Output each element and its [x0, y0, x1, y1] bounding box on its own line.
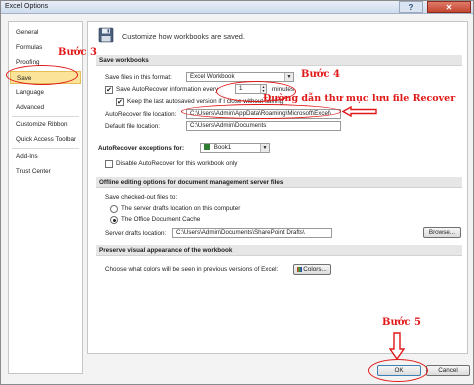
- recover-path-annotation: Đường dẫn thư mục lưu file Recover: [263, 93, 456, 104]
- checkout-label: Save checked-out files to:: [105, 194, 178, 201]
- default-location-input[interactable]: C:\Users\Admin\Documents: [186, 121, 341, 131]
- workbook-dropdown[interactable]: Book1 ▼: [200, 143, 270, 153]
- autorecover-label: Save AutoRecover information every: [116, 86, 219, 93]
- disable-autorecover-label: Disable AutoRecover for this workbook on…: [116, 160, 238, 167]
- workbook-value: Book1: [213, 144, 232, 151]
- drafts-location-label: Server drafts location:: [105, 230, 167, 237]
- save-format-value: Excel Workbook: [190, 73, 235, 80]
- sidebar-item-add-ins[interactable]: Add-Ins: [10, 150, 81, 163]
- close-button[interactable]: ✕: [427, 1, 471, 13]
- sidebar-divider: [12, 116, 79, 117]
- colors-label: Choose what colors will be seen in previ…: [105, 266, 279, 273]
- step4-annotation: Bước 4: [301, 69, 340, 80]
- step3-highlight-ellipse: [6, 65, 78, 85]
- left-arrow-icon: [342, 106, 377, 117]
- down-arrow-icon: [389, 332, 405, 360]
- sidebar-item-customize-ribbon[interactable]: Customize Ribbon: [10, 118, 81, 131]
- step3-annotation: Bước 3: [58, 47, 97, 58]
- sidebar-item-trust-center[interactable]: Trust Center: [10, 165, 81, 178]
- browse-button[interactable]: Browse...: [423, 227, 461, 238]
- save-options-panel: Customize how workbooks are saved. Save …: [87, 21, 468, 354]
- step5-annotation: Bước 5: [382, 317, 421, 328]
- sidebar-divider: [12, 148, 79, 149]
- document-cache-label: The Office Document Cache: [121, 216, 201, 223]
- sidebar-item-language[interactable]: Language: [10, 86, 81, 99]
- drafts-location-input[interactable]: C:\Users\Admin\Documents\SharePoint Draf…: [172, 228, 332, 238]
- colors-button[interactable]: Colors...: [293, 264, 331, 275]
- section-offline-editing: Offline editing options for document man…: [96, 177, 462, 188]
- help-button[interactable]: ?: [399, 1, 423, 13]
- autorecover-checkbox[interactable]: ✔: [105, 86, 113, 94]
- server-drafts-radio[interactable]: [110, 205, 118, 213]
- default-location-label: Default file location:: [105, 123, 160, 130]
- disable-autorecover-checkbox[interactable]: [105, 160, 113, 168]
- recover-path-highlight-ellipse: [181, 104, 341, 119]
- page-header-text: Customize how workbooks are saved.: [122, 32, 245, 41]
- excel-workbook-icon: [204, 144, 210, 151]
- save-format-label: Save files in this format:: [105, 74, 172, 81]
- sidebar-item-general[interactable]: General: [10, 26, 81, 39]
- excel-options-dialog: Excel Options ? ✕ General Formulas Proof…: [0, 0, 474, 385]
- autorecover-exceptions-label: AutoRecover exceptions for:: [98, 145, 185, 152]
- step5-highlight-ellipse: [368, 359, 428, 382]
- keep-last-version-checkbox[interactable]: ✔: [116, 98, 124, 106]
- section-preserve-visual: Preserve visual appearance of the workbo…: [96, 245, 462, 256]
- colors-button-label: Colors...: [303, 266, 327, 273]
- save-format-dropdown[interactable]: Excel Workbook ▼: [186, 72, 294, 82]
- section-save-workbooks: Save workbooks: [96, 55, 462, 66]
- sidebar-item-advanced[interactable]: Advanced: [10, 101, 81, 114]
- color-palette-icon: [297, 266, 303, 272]
- chevron-down-icon: ▼: [260, 144, 269, 152]
- chevron-down-icon: ▼: [284, 73, 293, 81]
- document-cache-radio[interactable]: [110, 216, 118, 224]
- autorecover-location-label: AutoRecover file location:: [105, 111, 177, 118]
- cancel-button[interactable]: Cancel: [426, 365, 470, 376]
- title-bar: Excel Options ? ✕: [1, 1, 473, 14]
- floppy-disk-icon: [98, 27, 114, 43]
- server-drafts-label: The server drafts location on this compu…: [121, 205, 241, 212]
- window-title: Excel Options: [5, 3, 49, 10]
- sidebar-item-quick-access-toolbar[interactable]: Quick Access Toolbar: [10, 133, 81, 146]
